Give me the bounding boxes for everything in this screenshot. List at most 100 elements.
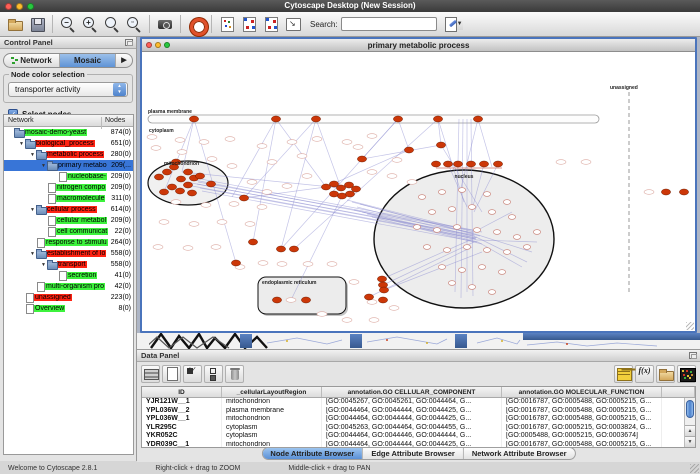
tree-column-network[interactable]: Network xyxy=(8,117,34,124)
net-minimize-button[interactable] xyxy=(155,42,161,48)
table-cell[interactable]: YJR121W__1 xyxy=(142,398,222,407)
network-node-small[interactable] xyxy=(503,200,510,205)
tab-mosaic[interactable]: Mosaic xyxy=(60,54,116,67)
network-edge[interactable] xyxy=(326,150,409,187)
network-view-window[interactable]: primary metabolic process plasma membran… xyxy=(140,37,697,333)
matrix-button[interactable] xyxy=(677,365,696,383)
expand-arrow-icon[interactable]: ▼ xyxy=(40,163,47,169)
network-node-small[interactable] xyxy=(438,265,445,270)
snapshot-button[interactable] xyxy=(154,14,176,35)
network-window-controls[interactable] xyxy=(146,42,170,48)
table-cell[interactable]: [GO:0044464, GO:0044446, GO:0044444, G..… xyxy=(322,432,502,441)
network-graph[interactable]: plasma membranecytoplasmmitochondrionnuc… xyxy=(142,52,694,330)
trash-button[interactable] xyxy=(225,365,244,383)
tree-item[interactable]: response to stimulu264(0) xyxy=(4,237,133,248)
table-row[interactable]: YKR052Ccytoplasm[GO:0044464, GO:0044446,… xyxy=(142,432,695,441)
search-input[interactable] xyxy=(342,18,456,30)
network-node[interactable] xyxy=(272,297,281,303)
network-node[interactable] xyxy=(493,161,502,167)
tree-item[interactable]: macromolecule311(0) xyxy=(4,193,133,204)
table-cell[interactable]: mitochondrion xyxy=(222,415,322,424)
attribute-table-button[interactable] xyxy=(614,365,633,383)
float-panel-icon[interactable] xyxy=(125,39,133,46)
network-node-small[interactable] xyxy=(443,248,450,253)
tree-item[interactable]: mosaic-demo-yeast874(0) xyxy=(4,127,133,138)
network-node-small[interactable] xyxy=(458,268,465,273)
table-cell[interactable]: YPL036W__1 xyxy=(142,415,222,424)
table-row[interactable]: YJR121W__1mitochondrion[GO:0045267, GO:0… xyxy=(142,398,695,407)
table-cell[interactable]: YKR052C xyxy=(142,432,222,441)
network-node-small[interactable] xyxy=(493,230,500,235)
table-cell[interactable]: [GO:0044464, GO:0044444, GO:0044425, G..… xyxy=(322,407,502,416)
network-node-small[interactable] xyxy=(463,245,470,250)
column-header[interactable]: annotation.GO MOLECULAR_FUNCTION xyxy=(502,387,662,397)
network-node[interactable] xyxy=(167,184,176,190)
tree-item[interactable]: ▼cellular process614(0) xyxy=(4,204,133,215)
minimize-button[interactable] xyxy=(16,3,23,10)
column-header[interactable]: annotation.GO CELLULAR_COMPONENT xyxy=(322,387,502,397)
formula-button[interactable]: f(x) xyxy=(635,365,654,383)
network-node-small[interactable] xyxy=(523,245,530,250)
network-node[interactable] xyxy=(336,185,345,191)
table-grid-button[interactable] xyxy=(141,365,160,383)
network-node-small[interactable] xyxy=(533,230,540,235)
network-node[interactable] xyxy=(311,116,320,122)
network-node[interactable] xyxy=(661,189,670,195)
network-edge[interactable] xyxy=(316,119,341,188)
scroll-down-icon[interactable]: ▼ xyxy=(685,436,695,447)
column-header[interactable]: ID xyxy=(142,387,222,397)
network-node[interactable] xyxy=(162,169,171,175)
table-cell[interactable]: [GO:0045267, GO:0045261, GO:0044464, G..… xyxy=(322,398,502,407)
network-node-small[interactable] xyxy=(488,210,495,215)
network-node-small[interactable] xyxy=(498,270,505,275)
network-node[interactable] xyxy=(248,239,257,245)
tree-item[interactable]: unassigned223(0) xyxy=(4,292,133,303)
network-node[interactable] xyxy=(378,297,387,303)
network-node-small[interactable] xyxy=(483,248,490,253)
show-graphics-button[interactable] xyxy=(216,14,238,35)
network-node[interactable] xyxy=(379,287,388,293)
table-cell[interactable]: [GO:0016787, GO:0005488, GO:0005215, G..… xyxy=(502,415,662,424)
open-button[interactable] xyxy=(4,14,26,35)
network-node[interactable] xyxy=(159,189,168,195)
network-node[interactable] xyxy=(473,116,482,122)
table-row[interactable]: YLR295Ccytoplasm[GO:0045263, GO:0044464,… xyxy=(142,424,695,433)
network-edge[interactable] xyxy=(478,119,492,167)
table-cell[interactable]: [GO:0045263, GO:0044464, GO:0044455, G..… xyxy=(322,424,502,433)
app-resize-grip[interactable] xyxy=(690,464,699,473)
network-node-small[interactable] xyxy=(428,210,435,215)
table-cell[interactable]: plasma membrane xyxy=(222,407,322,416)
table-row[interactable]: YPL036W__2plasma membrane[GO:0044464, GO… xyxy=(142,407,695,416)
tab-network-attribute-browser[interactable]: Network Attribute Browser xyxy=(464,448,575,459)
tree-item[interactable]: ▼primary metabo209(... xyxy=(4,160,133,171)
network-node[interactable] xyxy=(345,191,354,197)
tree-item[interactable]: ▼biological_process651(0) xyxy=(4,138,133,149)
tree-item[interactable]: secretion41(0) xyxy=(4,270,133,281)
network-node[interactable] xyxy=(479,161,488,167)
network-node[interactable] xyxy=(239,195,248,201)
network-node[interactable] xyxy=(404,147,413,153)
table-cell[interactable]: [GO:0005488, GO:0005215, GO:0003674] xyxy=(502,432,662,441)
window-controls[interactable] xyxy=(5,3,34,10)
tab-edge-attribute-browser[interactable]: Edge Attribute Browser xyxy=(363,448,463,459)
import-attributes-button[interactable] xyxy=(656,365,675,383)
zoom-selected-button[interactable] xyxy=(123,14,145,35)
network-view-titlebar[interactable]: primary metabolic process xyxy=(142,39,695,52)
table-row[interactable]: YPL036W__1mitochondrion[GO:0044464, GO:0… xyxy=(142,415,695,424)
network-node-small[interactable] xyxy=(423,245,430,250)
table-cell[interactable]: [GO:0016787, GO:0005215, GO:0003824, G..… xyxy=(502,424,662,433)
tree-item[interactable]: multi-organism pro42(0) xyxy=(4,281,133,292)
float-panel-icon[interactable] xyxy=(689,352,697,359)
table-cell[interactable]: YLR295C xyxy=(142,424,222,433)
network-node-small[interactable] xyxy=(468,285,475,290)
expand-arrow-icon[interactable]: ▼ xyxy=(29,152,36,158)
expand-arrow-icon[interactable]: ▼ xyxy=(29,207,36,213)
save-button[interactable] xyxy=(26,14,48,35)
network-tree-header[interactable]: Network Nodes xyxy=(4,115,133,127)
network-node-small[interactable] xyxy=(478,265,485,270)
column-header[interactable]: _cellularLayoutRegion xyxy=(222,387,322,397)
network-node[interactable] xyxy=(154,174,163,180)
network-node[interactable] xyxy=(443,161,452,167)
tree-item[interactable]: Overview8(0) xyxy=(4,303,133,314)
tree-item[interactable]: ▼establishment of lo558(0) xyxy=(4,248,133,259)
